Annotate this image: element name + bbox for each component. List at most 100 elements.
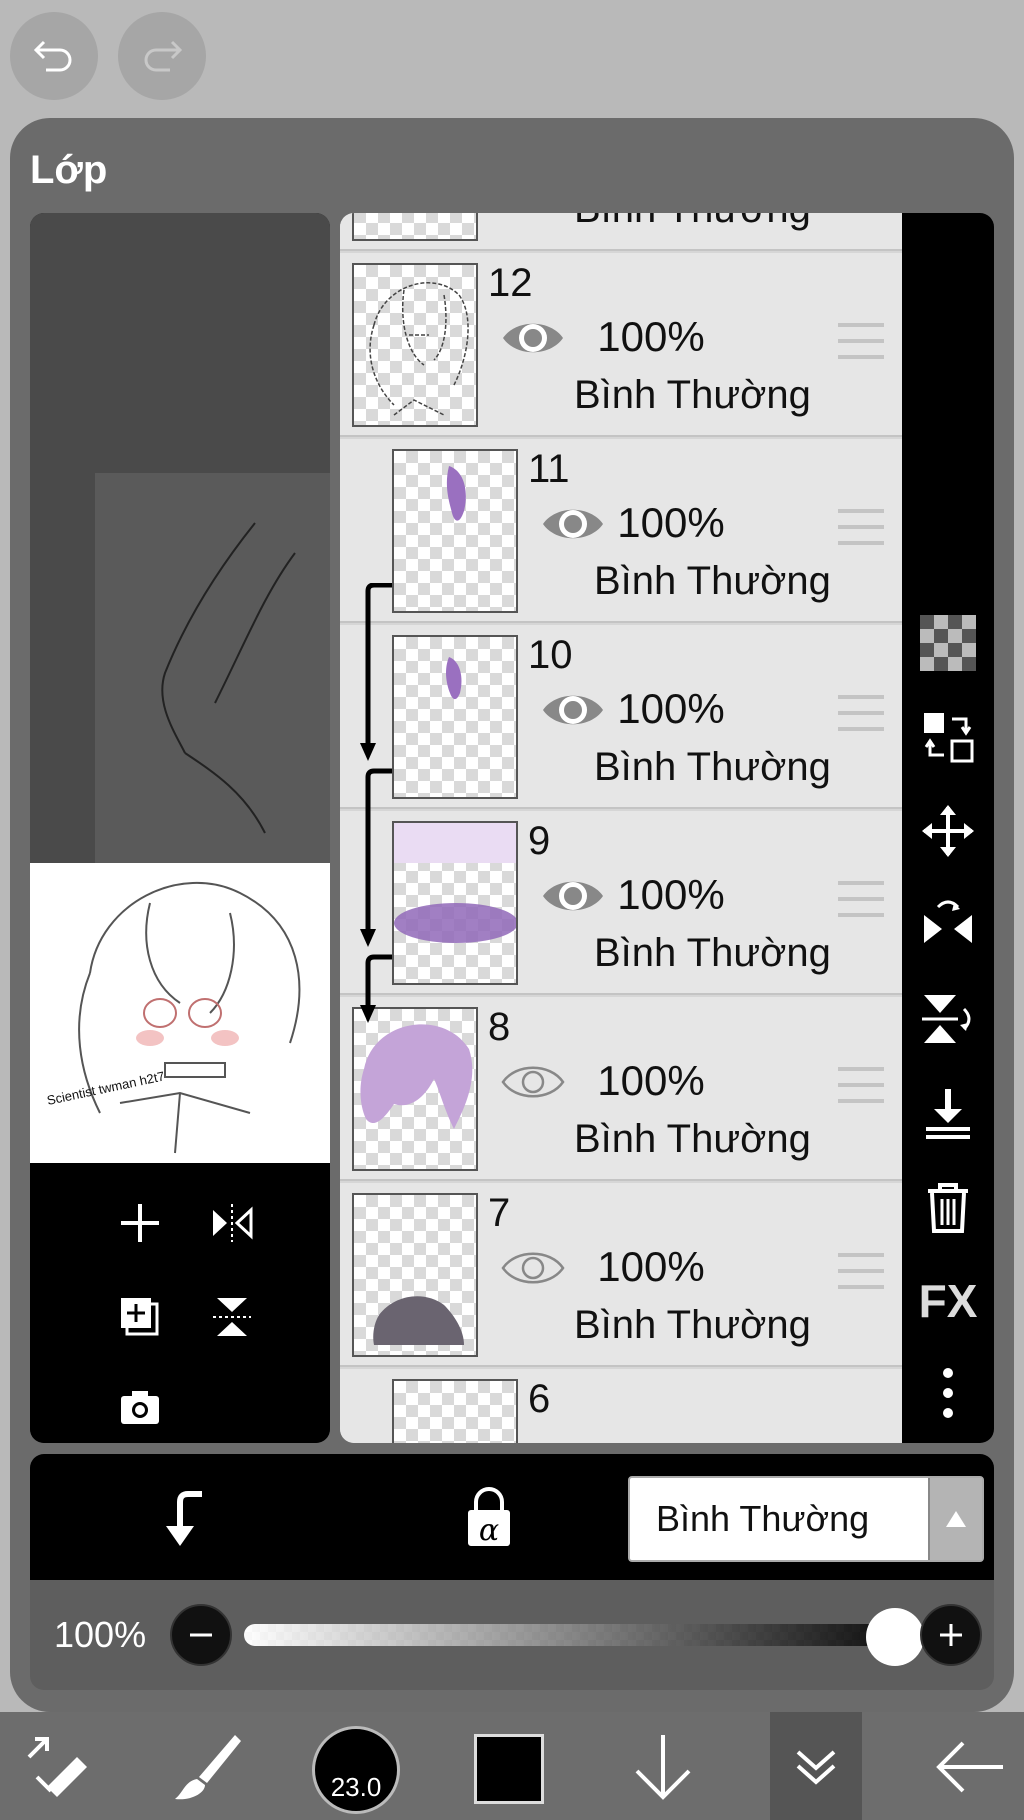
copy-layer-button[interactable]	[110, 1287, 170, 1347]
arrow-down-icon	[635, 1735, 691, 1800]
merge-down-button[interactable]	[918, 1083, 978, 1143]
layer-panel-tab[interactable]	[770, 1712, 862, 1820]
eye-icon[interactable]	[500, 313, 566, 363]
drag-handle-icon[interactable]	[838, 693, 884, 733]
layer-thumbnail	[392, 1379, 518, 1443]
layer-blend-mode: Bình Thường	[574, 1117, 811, 1161]
arrow-left-icon	[936, 1741, 1003, 1793]
redo-button[interactable]	[118, 12, 206, 100]
brush-icon	[175, 1735, 241, 1800]
bottom-toolbar: 23.0	[0, 1712, 1024, 1820]
layer-list[interactable]: Bình Thường 12 100% Bình Thường 11 100% …	[340, 213, 902, 1443]
opacity-slider[interactable]	[244, 1624, 904, 1646]
svg-text:α: α	[479, 1513, 499, 1548]
dropdown-arrow-icon	[928, 1478, 982, 1560]
layer-row[interactable]: 6	[340, 1369, 902, 1443]
layer-blend-mode: Bình Thường	[574, 373, 811, 417]
layer-row[interactable]: 11 100% Bình Thường	[340, 439, 902, 623]
chevron-double-down-icon	[796, 1750, 836, 1785]
opacity-increase-button[interactable]	[920, 1604, 982, 1666]
layer-row[interactable]: 12 100% Bình Thường	[340, 253, 902, 437]
alpha-lock-icon: α	[468, 1487, 510, 1548]
drag-handle-icon[interactable]	[838, 321, 884, 361]
drag-handle-icon[interactable]	[838, 879, 884, 919]
flip-horizontal-icon	[213, 1204, 253, 1242]
layer-thumbnail	[392, 449, 518, 613]
blend-mode-select[interactable]: Bình Thường	[628, 1476, 984, 1562]
color-swatch[interactable]	[474, 1734, 544, 1804]
clipping-arrow-icon	[166, 1491, 202, 1546]
left-toolbar	[30, 1163, 330, 1443]
layer-number: 10	[528, 633, 573, 677]
swap-layer-button[interactable]	[918, 707, 978, 767]
artwork-thumbnail: Scientist twman h2t7	[30, 863, 330, 1163]
opacity-row: 100%	[30, 1580, 994, 1690]
layer-row[interactable]: 8 100% Bình Thường	[340, 997, 902, 1181]
flip-vertical-icon	[213, 1298, 251, 1336]
layer-blend-mode: Bình Thường	[574, 1303, 811, 1347]
redo-icon	[144, 40, 183, 72]
eye-hidden-icon[interactable]	[500, 1057, 566, 1107]
layer-thumbnail	[392, 635, 518, 799]
layer-row[interactable]: 10 100% Bình Thường	[340, 625, 902, 809]
layer-number: 7	[488, 1191, 511, 1235]
undo-icon	[33, 40, 72, 72]
plus-icon	[121, 1204, 159, 1242]
swap-icon	[924, 713, 974, 763]
layer-thumbnail	[352, 263, 478, 427]
flip-horizontal-button[interactable]	[202, 1193, 262, 1253]
layer-number: 9	[528, 819, 551, 863]
flip-horizontal-layer-button[interactable]	[918, 895, 978, 955]
trash-icon	[928, 1183, 968, 1233]
more-button[interactable]	[918, 1363, 978, 1423]
alpha-lock-button[interactable]: α	[454, 1484, 524, 1554]
flip-vertical-icon	[922, 995, 971, 1043]
move-icon	[922, 805, 974, 857]
brush-tool-button[interactable]	[160, 1722, 250, 1812]
opacity-slider-knob[interactable]	[866, 1608, 924, 1666]
move-button[interactable]	[918, 801, 978, 861]
camera-button[interactable]	[110, 1377, 170, 1437]
opacity-label: 100%	[54, 1614, 147, 1655]
panel-title: Lớp	[30, 148, 108, 192]
back-button[interactable]	[924, 1722, 1014, 1812]
layer-down-button[interactable]	[618, 1722, 708, 1812]
right-toolbar: FX	[902, 213, 994, 1443]
undo-button[interactable]	[10, 12, 98, 100]
layer-row[interactable]: 7 100% Bình Thường	[340, 1183, 902, 1367]
merge-down-icon	[926, 1089, 970, 1139]
layer-blend-mode: Bình Thường	[594, 745, 831, 789]
drag-handle-icon[interactable]	[838, 507, 884, 547]
layer-thumbnail	[352, 213, 478, 241]
flip-vertical-layer-button[interactable]	[918, 989, 978, 1049]
signature-text: Scientist twman h2t7	[46, 1068, 166, 1108]
add-layer-button[interactable]	[110, 1193, 170, 1253]
transform-icon	[27, 1737, 87, 1797]
layer-number: 8	[488, 1005, 511, 1049]
layer-number: 12	[488, 261, 533, 305]
copy-icon	[121, 1298, 159, 1336]
opacity-decrease-button[interactable]	[170, 1604, 232, 1666]
layer-panel: Lớp Scientist twman h2t7 12 100% Bình Th…	[10, 118, 1014, 1712]
drag-handle-icon[interactable]	[838, 1065, 884, 1105]
flip-vertical-button[interactable]	[202, 1287, 262, 1347]
fx-button[interactable]: FX	[918, 1271, 978, 1331]
layer-opacity: 100%	[617, 499, 725, 546]
clipping-button[interactable]	[150, 1484, 220, 1554]
blend-bar: α Bình Thường	[30, 1454, 994, 1580]
blend-mode-value: Bình Thường	[656, 1498, 870, 1539]
layer-row[interactable]: Bình Thường	[340, 213, 902, 251]
plus-icon	[940, 1624, 962, 1646]
layer-opacity: 100%	[597, 1057, 705, 1104]
drag-handle-icon[interactable]	[838, 1251, 884, 1291]
eye-hidden-icon[interactable]	[500, 1243, 566, 1293]
layer-opacity: 100%	[597, 313, 705, 360]
layer-thumbnail	[392, 821, 518, 985]
transform-tool-button[interactable]	[12, 1722, 102, 1812]
more-vertical-icon	[943, 1368, 953, 1418]
layer-row[interactable]: 9 100% Bình Thường	[340, 811, 902, 995]
layer-number: 11	[528, 447, 570, 491]
delete-layer-button[interactable]	[918, 1177, 978, 1237]
brush-size-indicator[interactable]: 23.0	[312, 1726, 400, 1814]
transparency-button[interactable]	[918, 613, 978, 673]
